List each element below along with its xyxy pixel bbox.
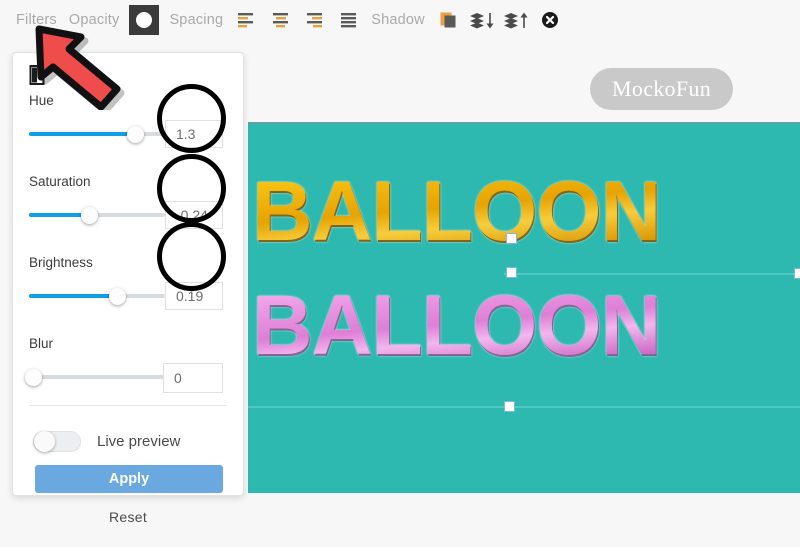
filters-button[interactable]: Filters bbox=[10, 12, 63, 28]
blur-value-input[interactable]: 0 bbox=[163, 363, 223, 393]
hue-slider-row[interactable]: 1.3 bbox=[29, 120, 227, 148]
shadow-button[interactable]: Shadow bbox=[365, 12, 431, 28]
hue-slider-track[interactable] bbox=[29, 132, 165, 136]
panel-divider bbox=[29, 405, 227, 406]
align-left-icon[interactable] bbox=[229, 5, 263, 35]
panel-caret bbox=[35, 44, 53, 54]
brightness-slider-track[interactable] bbox=[29, 294, 165, 298]
delete-icon[interactable] bbox=[533, 5, 567, 35]
live-preview-toggle[interactable] bbox=[33, 431, 81, 452]
blur-slider-track[interactable] bbox=[29, 375, 165, 379]
balloon-text-gold: BALLOON bbox=[252, 163, 661, 258]
balloon-text-pink: BALLOON bbox=[252, 277, 661, 372]
selection-handle-right-low[interactable] bbox=[506, 267, 517, 278]
align-justify-icon[interactable] bbox=[331, 5, 365, 35]
layer-up-icon[interactable] bbox=[499, 5, 533, 35]
text-layer-pink[interactable]: BALLOON bbox=[248, 270, 800, 380]
align-center-icon[interactable] bbox=[263, 5, 297, 35]
saturation-label: Saturation bbox=[29, 174, 91, 189]
canvas-top-border bbox=[248, 122, 800, 124]
blur-label: Blur bbox=[29, 336, 54, 351]
blur-slider-row[interactable]: 0 bbox=[25, 363, 227, 393]
selection-line-bottom bbox=[248, 406, 800, 408]
design-canvas[interactable]: BALLOON BALLOON bbox=[248, 122, 800, 493]
top-toolbar: Filters Opacity Spacing Shadow bbox=[0, 0, 800, 40]
selection-handle-edge-right[interactable] bbox=[794, 268, 800, 279]
filters-panel: Hue 1.3 Saturation -0.24 Brightness 0.19… bbox=[12, 52, 244, 525]
align-right-icon[interactable] bbox=[297, 5, 331, 35]
selection-line-mid bbox=[504, 273, 800, 275]
mockofun-logo-badge: MockoFun bbox=[590, 68, 733, 110]
brightness-label: Brightness bbox=[29, 255, 93, 270]
live-preview-label: Live preview bbox=[97, 433, 181, 450]
hue-slider-thumb[interactable] bbox=[127, 126, 144, 143]
hue-slider-fill bbox=[29, 132, 136, 136]
live-preview-row[interactable]: Live preview bbox=[33, 431, 180, 452]
brightness-slider-fill bbox=[29, 294, 117, 298]
saturation-slider-thumb[interactable] bbox=[81, 207, 98, 224]
saturation-slider-fill bbox=[29, 213, 89, 217]
hue-label: Hue bbox=[29, 93, 54, 108]
toggle-knob bbox=[34, 431, 55, 452]
hue-value-input[interactable]: 1.3 bbox=[165, 120, 223, 148]
brightness-slider-row[interactable]: 0.19 bbox=[29, 282, 227, 310]
duplicate-icon[interactable] bbox=[431, 5, 465, 35]
saturation-value-input[interactable]: -0.24 bbox=[165, 201, 223, 229]
layer-down-icon[interactable] bbox=[465, 5, 499, 35]
reset-link[interactable]: Reset bbox=[13, 509, 243, 525]
brightness-slider-thumb[interactable] bbox=[109, 288, 126, 305]
text-layer-gold[interactable]: BALLOON bbox=[248, 156, 800, 266]
selection-handle-right-mid[interactable] bbox=[506, 233, 517, 244]
panel-body: Hue 1.3 Saturation -0.24 Brightness 0.19… bbox=[13, 53, 243, 393]
apply-button[interactable]: Apply bbox=[35, 465, 223, 493]
contrast-icon bbox=[29, 65, 45, 85]
spacing-button[interactable]: Spacing bbox=[163, 12, 229, 28]
opacity-circle-icon bbox=[136, 12, 153, 28]
selection-handle-bottom-center[interactable] bbox=[504, 401, 515, 412]
app-root: Filters Opacity Spacing Shadow BALLOON B… bbox=[0, 0, 800, 547]
saturation-slider-row[interactable]: -0.24 bbox=[29, 201, 227, 229]
blur-slider-thumb[interactable] bbox=[25, 369, 42, 386]
opacity-swatch[interactable] bbox=[129, 5, 160, 35]
brightness-value-input[interactable]: 0.19 bbox=[165, 282, 223, 310]
opacity-button[interactable]: Opacity bbox=[63, 12, 126, 28]
